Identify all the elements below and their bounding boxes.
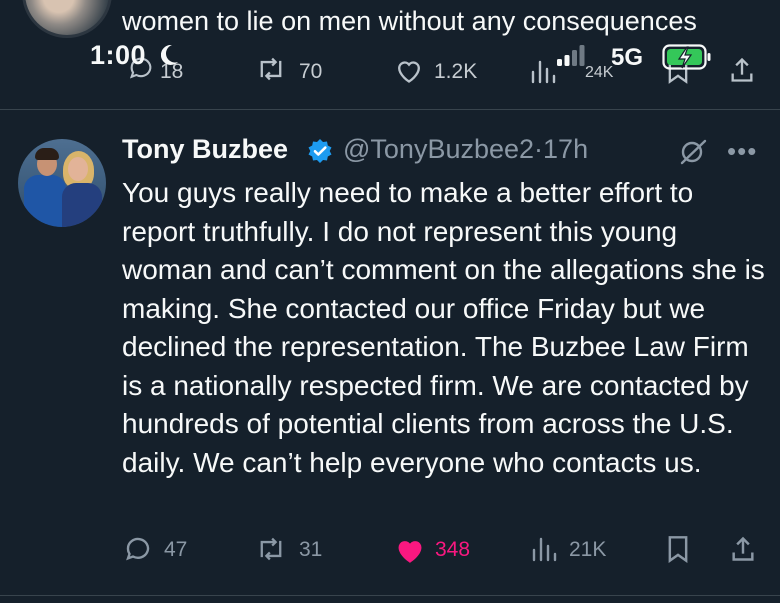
author-name[interactable]: Tony Buzbee bbox=[122, 134, 288, 165]
verified-badge-icon bbox=[308, 139, 332, 163]
repost-count: 31 bbox=[299, 538, 323, 561]
author-handle[interactable]: @TonyBuzbee2 bbox=[343, 134, 534, 164]
reply-count: 47 bbox=[164, 538, 188, 561]
repost-button[interactable] bbox=[256, 536, 286, 562]
status-time: 1:00 bbox=[90, 40, 147, 70]
views-button[interactable] bbox=[531, 535, 557, 563]
view-count: 21K bbox=[569, 538, 607, 561]
tweet-timestamp[interactable]: 17h bbox=[543, 134, 588, 164]
avatar-hair-man bbox=[35, 148, 59, 160]
previous-like-button[interactable] bbox=[394, 57, 424, 84]
separator-dot: · bbox=[534, 134, 544, 164]
avatar-face-woman bbox=[68, 157, 88, 181]
bookmark-button[interactable] bbox=[666, 535, 690, 563]
share-icon bbox=[732, 536, 754, 561]
avatar[interactable] bbox=[18, 139, 106, 227]
tweet-text: You guys really need to make a better ef… bbox=[122, 177, 765, 478]
moon-icon bbox=[161, 44, 178, 65]
share-icon bbox=[731, 57, 753, 82]
more-options-icon[interactable]: ••• bbox=[727, 136, 757, 167]
author-handle-timestamp[interactable]: @TonyBuzbee2·17h bbox=[343, 134, 588, 165]
avatar-figure-man bbox=[24, 175, 66, 227]
previous-tweet-avatar[interactable] bbox=[22, 0, 112, 38]
bookmark-icon bbox=[668, 536, 688, 563]
repost-icon bbox=[260, 537, 282, 561]
views-icon bbox=[532, 537, 557, 562]
previous-view-count: 24K bbox=[585, 64, 614, 81]
like-button[interactable] bbox=[394, 536, 426, 564]
signal-icon bbox=[557, 45, 585, 66]
share-button[interactable] bbox=[730, 535, 756, 563]
previous-share-button[interactable] bbox=[729, 56, 755, 84]
previous-repost-button[interactable] bbox=[256, 56, 286, 82]
reply-icon bbox=[126, 537, 150, 561]
bottom-divider bbox=[0, 595, 780, 596]
previous-like-count: 1.2K bbox=[434, 60, 478, 83]
like-count: 348 bbox=[435, 538, 471, 561]
previous-repost-count: 70 bbox=[299, 60, 323, 83]
previous-tweet-text: women to lie on men without any conseque… bbox=[122, 6, 697, 36]
reply-button[interactable] bbox=[123, 534, 153, 564]
heart-icon bbox=[398, 61, 420, 83]
avatar-figure-woman bbox=[62, 183, 102, 227]
grok-icon[interactable] bbox=[678, 139, 708, 165]
repost-icon bbox=[260, 57, 282, 81]
views-icon bbox=[531, 60, 556, 84]
network-type: 5G bbox=[611, 44, 644, 71]
tweet-divider bbox=[0, 109, 780, 110]
heart-filled-icon bbox=[398, 541, 422, 563]
battery-charging-icon bbox=[662, 44, 711, 70]
